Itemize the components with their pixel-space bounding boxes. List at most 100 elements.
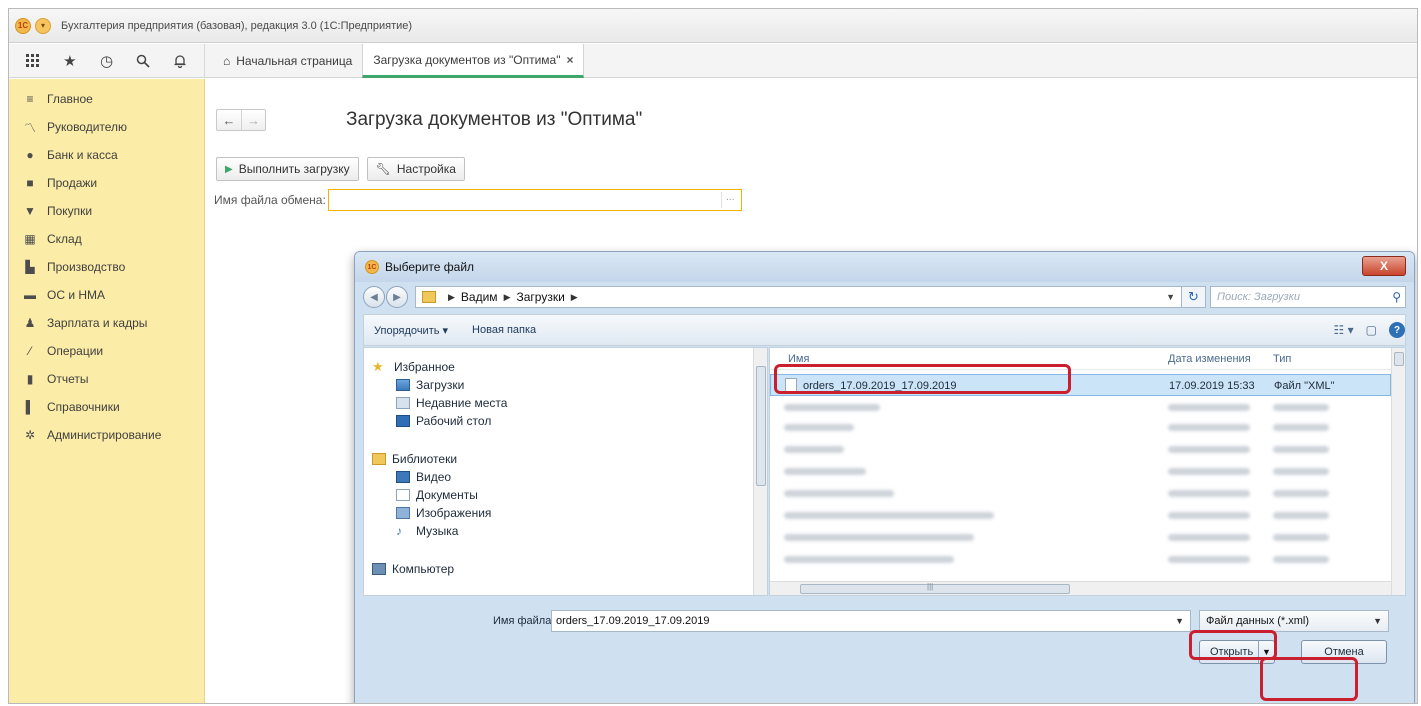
nav-item-images[interactable]: Изображения: [372, 504, 753, 522]
forward-arrow-icon[interactable]: →: [241, 110, 265, 130]
breadcrumb-user[interactable]: Вадим: [461, 290, 498, 304]
sidebar-item-admin[interactable]: ✲ Администрирование: [9, 421, 204, 449]
new-folder-button[interactable]: Новая папка: [472, 324, 536, 336]
images-icon: [396, 507, 410, 519]
nav-favorites[interactable]: ★ Избранное: [372, 358, 753, 376]
blurred-row[interactable]: [784, 468, 866, 475]
blurred-row[interactable]: [784, 556, 954, 563]
blurred-row[interactable]: [784, 490, 894, 497]
file-scroll-thumb[interactable]: [1394, 352, 1404, 366]
sidebar-item-main[interactable]: ≡ Главное: [9, 85, 204, 113]
column-modified[interactable]: Дата изменения: [1168, 353, 1251, 365]
file-type-select[interactable]: Файл данных (*.xml) ▼: [1199, 610, 1389, 632]
exchange-file-input[interactable]: ...: [327, 189, 742, 211]
file-select-button[interactable]: ...: [720, 192, 739, 208]
sidebar-item-warehouse[interactable]: ▦ Склад: [9, 225, 204, 253]
address-bar[interactable]: ▶ Вадим ▶ Загрузки ▶ ▼: [415, 286, 1182, 308]
dialog-toolbar: Упорядочить ▾ Новая папка ☷ ▾ ▢ ?: [363, 314, 1406, 346]
sidebar-item-production[interactable]: ▙ Производство: [9, 253, 204, 281]
bell-icon[interactable]: [169, 50, 191, 72]
nav-item-music[interactable]: ♪ Музыка: [372, 522, 753, 540]
open-button[interactable]: Открыть ▼: [1199, 640, 1275, 664]
sidebar-item-payroll[interactable]: ♟ Зарплата и кадры: [9, 309, 204, 337]
file-name-label: Имя файла:: [493, 615, 555, 627]
cancel-button[interactable]: Отмена: [1301, 640, 1387, 664]
preview-pane-icon[interactable]: ▢: [1366, 323, 1377, 337]
search-icon[interactable]: [132, 50, 154, 72]
tab-optima-import[interactable]: Загрузка документов из "Оптима" ×: [362, 44, 585, 78]
nav-item-recent[interactable]: Недавние места: [372, 394, 753, 412]
nav-label: Загрузки: [416, 378, 465, 392]
address-dropdown-icon[interactable]: ▼: [1166, 292, 1175, 302]
file-name: orders_17.09.2019_17.09.2019: [803, 380, 957, 392]
file-type-dropdown-icon: ▼: [1373, 616, 1382, 626]
sidebar-item-operations[interactable]: ⁄ Операции: [9, 337, 204, 365]
main-menu-dropdown-icon[interactable]: ▾: [35, 17, 51, 34]
nav-scroll-thumb[interactable]: [756, 366, 766, 486]
nav-computer[interactable]: Компьютер: [372, 560, 753, 578]
scroll-grip: |||: [927, 582, 934, 591]
settings-button[interactable]: 🔧︎ Настройка: [366, 157, 465, 181]
navigation-pane: ★ Избранное Загрузки Недавние места Рабоч…: [363, 347, 768, 596]
blurred-row[interactable]: [784, 534, 974, 541]
sidebar-item-reports[interactable]: ▮ Отчеты: [9, 365, 204, 393]
navigation-tree: ★ Избранное Загрузки Недавние места Рабоч…: [372, 358, 753, 578]
view-controls: ☷ ▾ ▢ ?: [1322, 322, 1405, 338]
nav-item-desktop[interactable]: Рабочий стол: [372, 412, 753, 430]
nav-scrollbar[interactable]: [753, 348, 767, 595]
column-name[interactable]: Имя: [788, 353, 809, 365]
dialog-search-input[interactable]: Поиск: Загрузки ⚲: [1210, 286, 1406, 308]
settings-label: Настройка: [396, 162, 456, 176]
back-circle-icon[interactable]: ◀: [363, 286, 385, 308]
blurred-row[interactable]: [784, 404, 880, 411]
view-mode-icon[interactable]: ☷ ▾: [1334, 323, 1354, 337]
back-arrow-icon[interactable]: ←: [217, 110, 241, 130]
close-tab-icon[interactable]: ×: [566, 53, 573, 67]
apps-grid-icon[interactable]: [22, 50, 44, 72]
1c-logo-icon: 1С: [15, 17, 31, 34]
h-scroll-thumb[interactable]: |||: [800, 582, 1070, 594]
blurred-row[interactable]: [784, 512, 994, 519]
command-bar: ▶ Выполнить загрузку 🔧︎ Настройка: [216, 157, 473, 181]
tab-home[interactable]: ⌂ Начальная страница: [213, 44, 362, 77]
sidebar-item-label: Покупки: [47, 204, 93, 218]
sidebar-item-assets[interactable]: ▬ ОС и НМА: [9, 281, 204, 309]
sidebar-item-purchases[interactable]: ▼ Покупки: [9, 197, 204, 225]
sidebar-item-manager[interactable]: 〽 Руководителю: [9, 113, 204, 141]
nav-item-documents[interactable]: Документы: [372, 486, 753, 504]
forward-circle-icon[interactable]: ▶: [386, 286, 408, 308]
dialog-close-button[interactable]: X: [1362, 256, 1406, 276]
video-icon: [396, 471, 410, 483]
1c-logo-icon: 1С: [365, 260, 379, 274]
file-list-hscroll[interactable]: |||: [770, 581, 1391, 595]
blurred-row[interactable]: [784, 424, 854, 431]
column-type[interactable]: Тип: [1273, 353, 1291, 365]
music-icon: ♪: [396, 524, 402, 538]
nav-item-video[interactable]: Видео: [372, 468, 753, 486]
history-icon[interactable]: ◷: [95, 50, 117, 72]
sidebar-item-bank[interactable]: ● Банк и касса: [9, 141, 204, 169]
organize-menu[interactable]: Упорядочить ▾: [374, 324, 448, 337]
help-icon[interactable]: ?: [1389, 322, 1405, 338]
desktop-icon: [396, 415, 410, 427]
sidebar-item-catalogs[interactable]: ▌ Справочники: [9, 393, 204, 421]
nav-item-downloads[interactable]: Загрузки: [372, 376, 753, 394]
file-name-dropdown-icon[interactable]: ▼: [1175, 616, 1184, 626]
file-name-input[interactable]: orders_17.09.2019_17.09.2019 ▼: [551, 610, 1191, 632]
file-row-selected[interactable]: orders_17.09.2019_17.09.2019 17.09.2019 …: [770, 374, 1391, 396]
nav-libraries[interactable]: Библиотеки: [372, 450, 753, 468]
breadcrumb-downloads[interactable]: Загрузки: [516, 290, 564, 304]
blurred-row: [1168, 534, 1250, 541]
sidebar-item-label: Справочники: [47, 400, 120, 414]
sidebar-item-sales[interactable]: ■ Продажи: [9, 169, 204, 197]
blurred-row[interactable]: [784, 446, 844, 453]
blurred-row: [1273, 446, 1329, 453]
blurred-row: [1273, 468, 1329, 475]
star-icon[interactable]: ★: [59, 50, 81, 72]
coin-icon: ●: [26, 148, 34, 162]
file-list-vscroll[interactable]: [1391, 348, 1405, 595]
file-type-value: Файл данных (*.xml): [1206, 615, 1310, 627]
run-import-button[interactable]: ▶ Выполнить загрузку: [216, 157, 359, 181]
open-split-dropdown-icon[interactable]: ▼: [1258, 641, 1274, 663]
refresh-icon[interactable]: ↻: [1182, 286, 1206, 308]
